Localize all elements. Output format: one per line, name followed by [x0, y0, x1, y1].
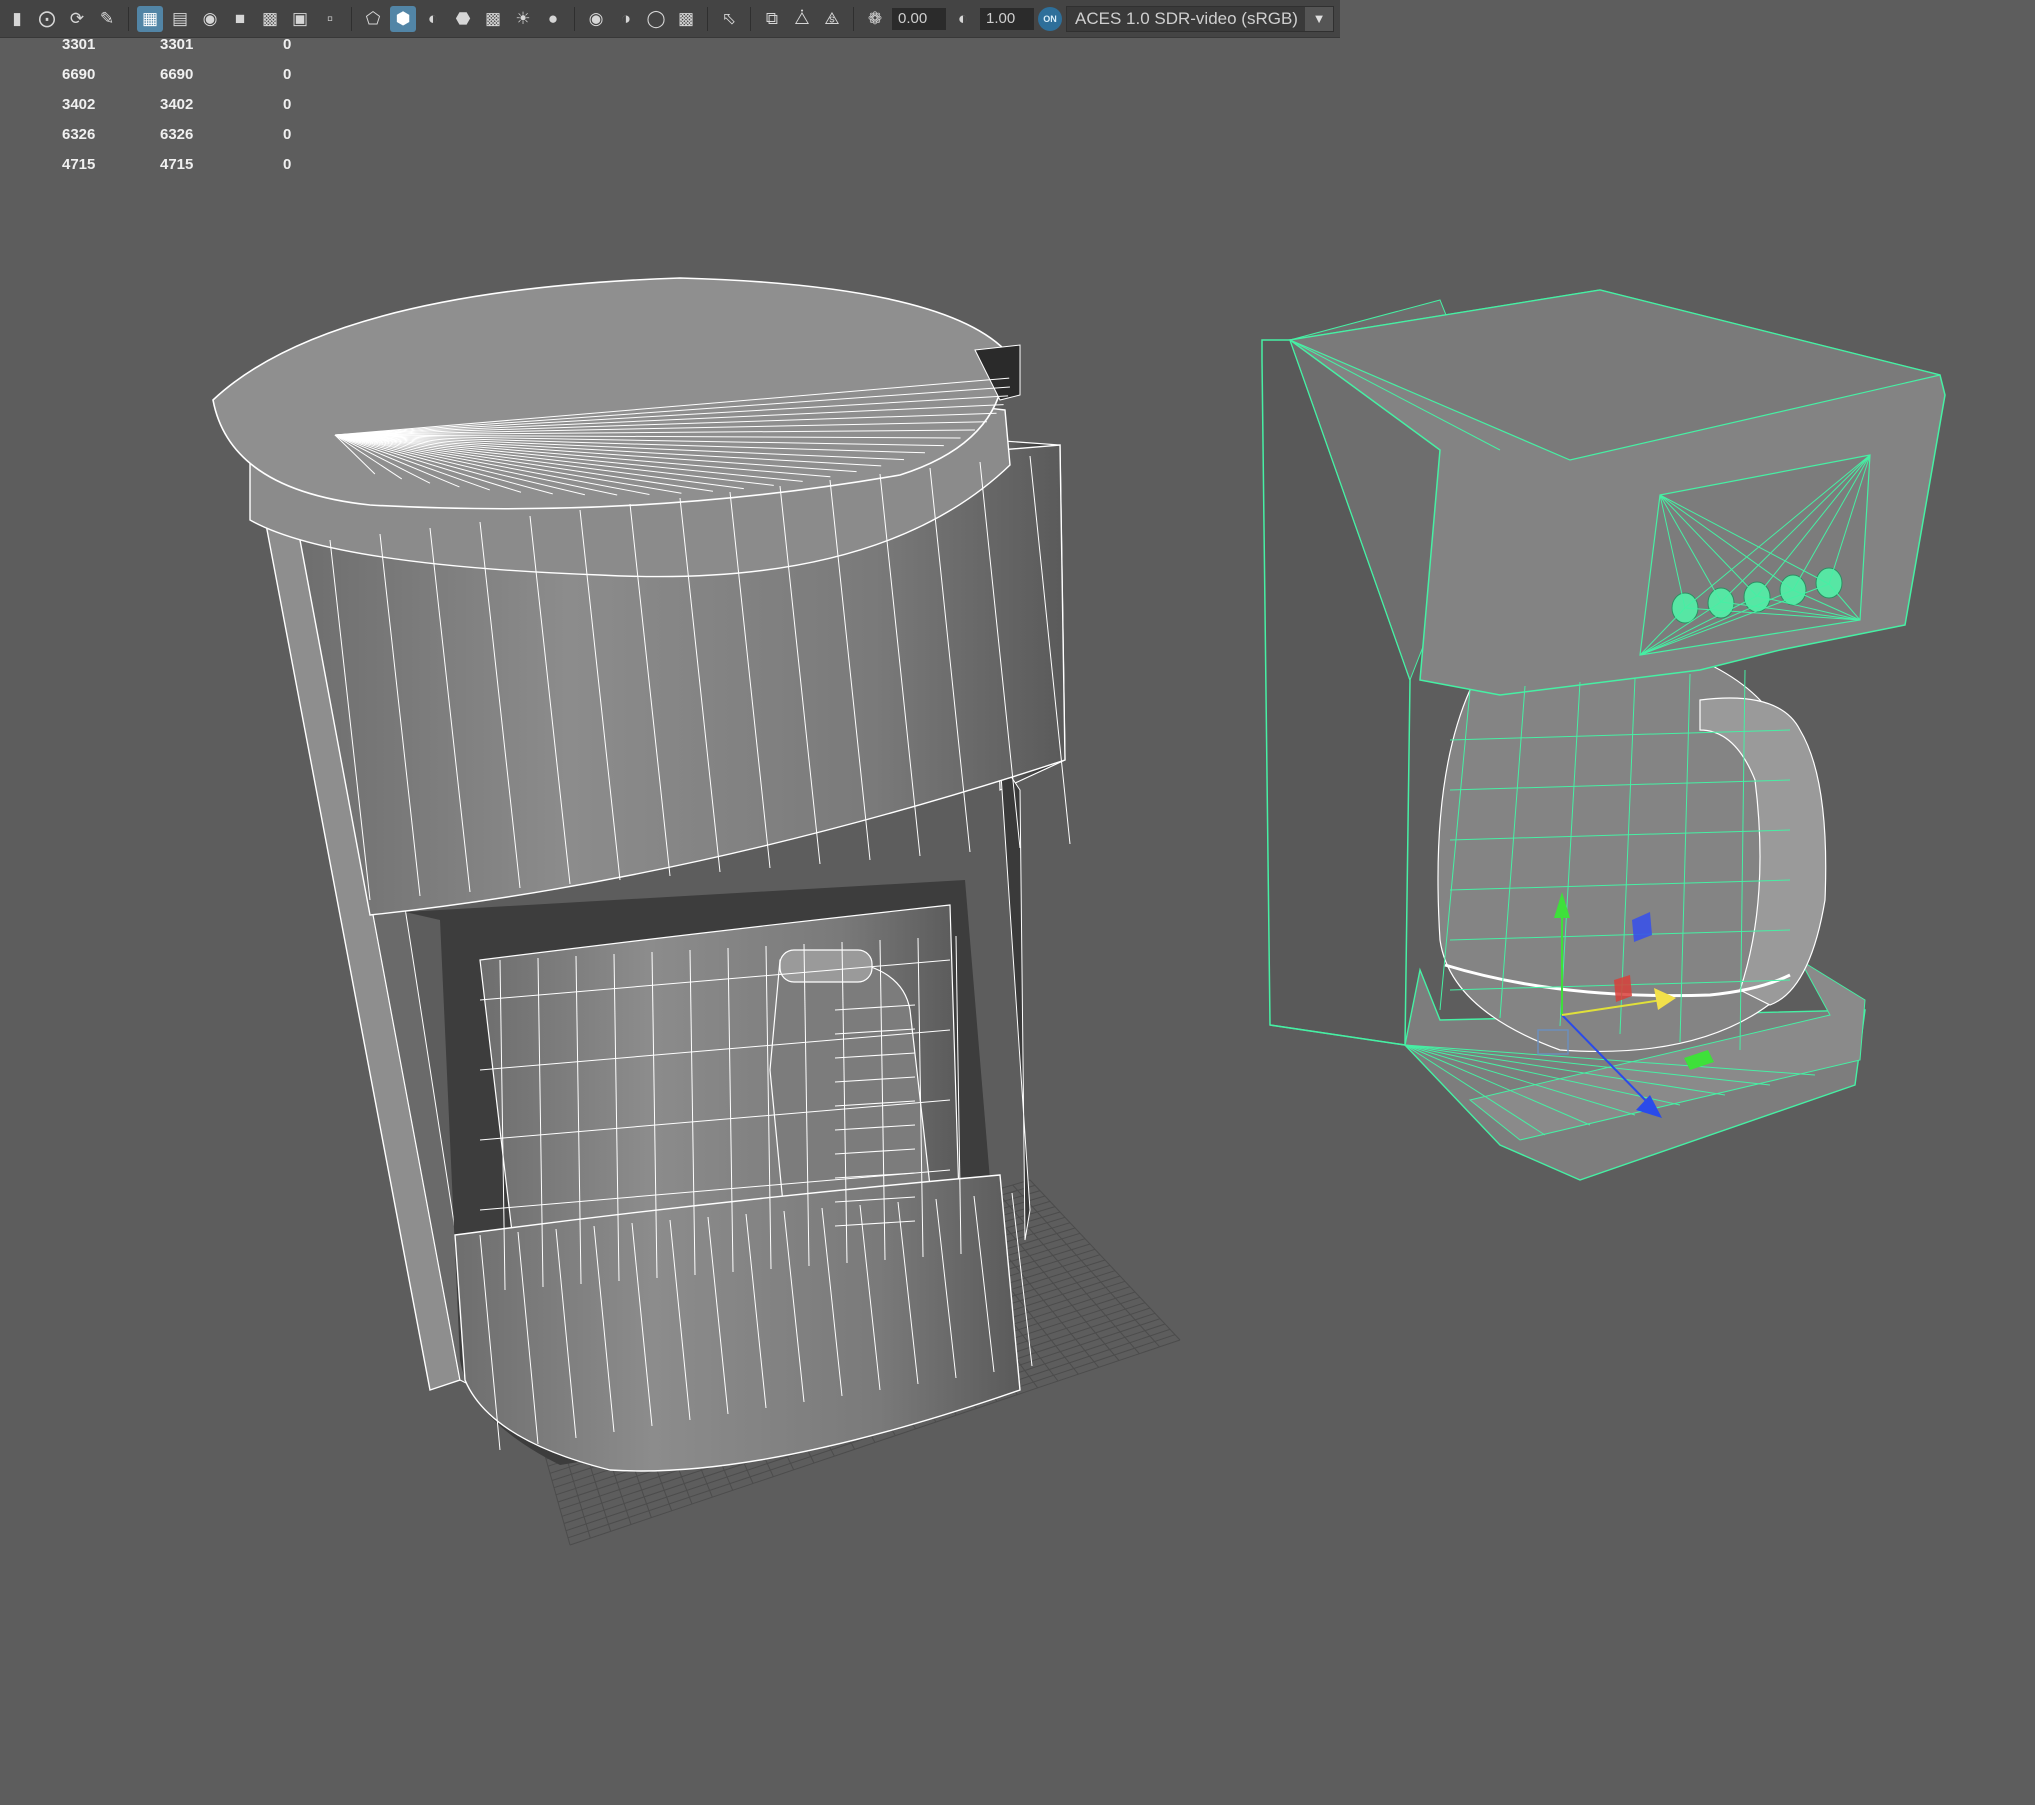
- xray-joints-icon[interactable]: ⧊: [789, 6, 815, 32]
- camera-attributes-icon[interactable]: ⨀: [34, 6, 60, 32]
- xray-components-icon[interactable]: ⧌: [819, 6, 845, 32]
- shade-half-icon[interactable]: ◐: [420, 6, 446, 32]
- toolbar-divider: [707, 6, 708, 31]
- toolbar-divider: [853, 6, 854, 31]
- gamma-icon[interactable]: ◐: [950, 6, 976, 32]
- safe-title-icon[interactable]: ▫: [317, 6, 343, 32]
- texture-checker-icon[interactable]: ▩: [480, 6, 506, 32]
- ambient-occlusion-icon[interactable]: ◉: [583, 6, 609, 32]
- field-chart-icon[interactable]: ▩: [257, 6, 283, 32]
- toolbar-divider: [128, 6, 129, 31]
- coffee-maker-model-left[interactable]: [212, 277, 1071, 1472]
- gamma-field[interactable]: 1.00: [980, 7, 1034, 30]
- wireframe-on-shaded-icon[interactable]: ⬣: [450, 6, 476, 32]
- toolbar-divider: [574, 6, 575, 31]
- coffee-maker-model-right-selected[interactable]: [1261, 289, 1946, 1181]
- shadows-icon[interactable]: ●: [540, 6, 566, 32]
- smooth-shade-icon[interactable]: ⬢: [390, 5, 416, 32]
- resolution-gate-icon[interactable]: ◉: [197, 6, 223, 32]
- view-transform-dropdown[interactable]: ACES 1.0 SDR-video (sRGB) ▼: [1066, 5, 1334, 32]
- brush-icon[interactable]: ✎: [94, 6, 120, 32]
- view-transform-label: ACES 1.0 SDR-video (sRGB): [1075, 8, 1298, 28]
- anti-aliasing-icon[interactable]: ◯: [643, 6, 669, 32]
- film-gate-icon[interactable]: ▤: [167, 6, 193, 32]
- lights-icon[interactable]: ☀: [510, 6, 536, 32]
- grid-icon[interactable]: ▦: [137, 5, 163, 32]
- toolbar-divider: [351, 6, 352, 31]
- exposure-field[interactable]: 0.00: [892, 7, 946, 30]
- 3d-viewport[interactable]: [0, 38, 2035, 1805]
- safe-action-icon[interactable]: ▣: [287, 6, 313, 32]
- gate-mask-icon[interactable]: ■: [227, 6, 253, 32]
- carafe-lid-knob: [779, 949, 873, 983]
- camera-tumble-icon[interactable]: ⟳: [64, 6, 90, 32]
- motion-blur-icon[interactable]: ◑: [613, 6, 639, 32]
- xray-icon[interactable]: ⧉: [759, 6, 785, 32]
- color-management-icon[interactable]: ON: [1038, 6, 1062, 31]
- wireframe-icon[interactable]: ⬠: [360, 6, 386, 32]
- bookmark-icon[interactable]: ▮: [4, 6, 30, 32]
- isolate-select-icon[interactable]: ⬁: [716, 6, 742, 32]
- exposure-icon[interactable]: ❁: [862, 6, 888, 32]
- chevron-down-icon[interactable]: ▼: [1305, 6, 1333, 31]
- depth-of-field-icon[interactable]: ▩: [673, 6, 699, 32]
- toolbar-divider: [750, 6, 751, 31]
